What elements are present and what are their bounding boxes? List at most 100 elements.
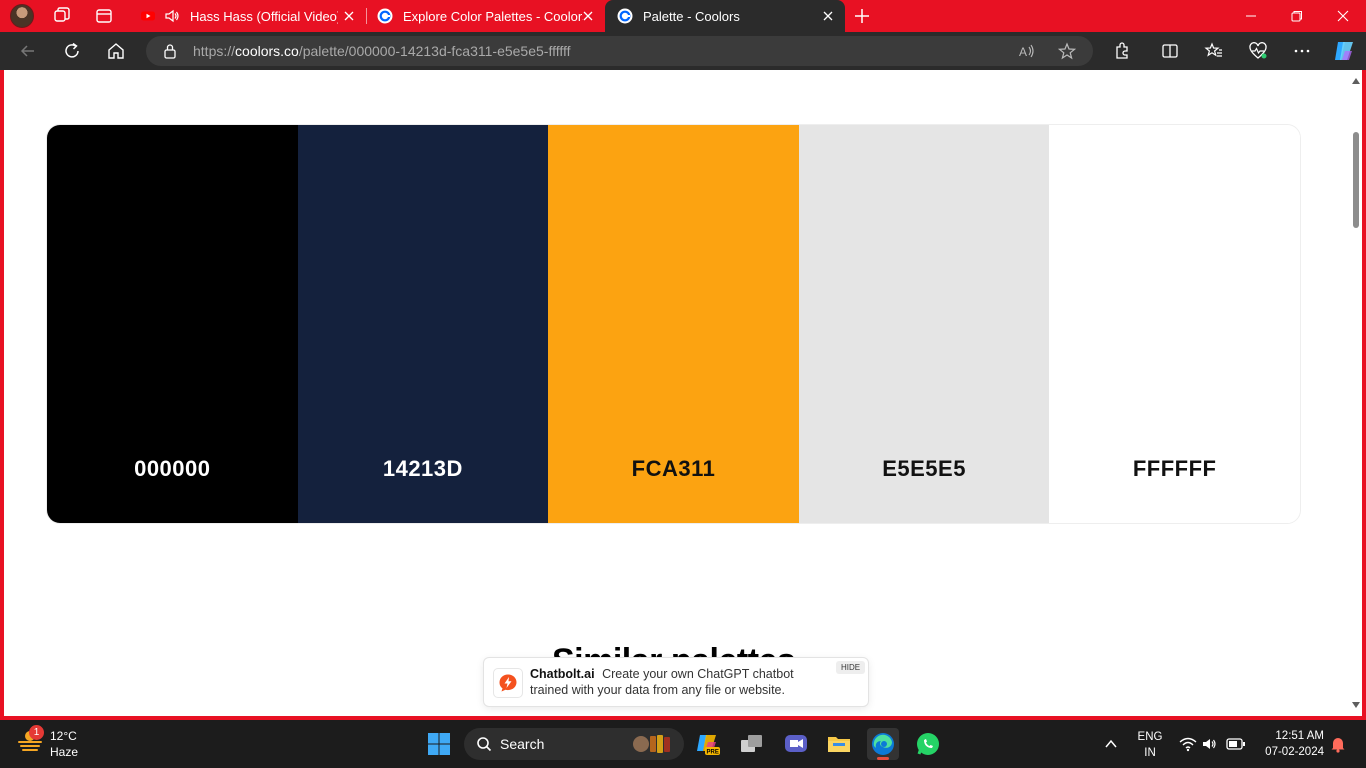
lock-icon[interactable] xyxy=(163,43,177,59)
scroll-down-arrow[interactable] xyxy=(1352,702,1360,708)
tab-title: Palette - Coolors xyxy=(643,8,740,24)
favorite-star-icon[interactable] xyxy=(1058,42,1076,60)
tab-bar: Hass Hass (Official Video) D Explore Col… xyxy=(0,0,1366,32)
extensions-icon[interactable] xyxy=(1112,41,1132,61)
palette-swatch[interactable]: FFFFFF xyxy=(1049,125,1300,523)
edge-app[interactable] xyxy=(867,728,899,760)
tab-title: Explore Color Palettes - Coolors xyxy=(403,8,583,24)
swatch-hex[interactable]: E5E5E5 xyxy=(799,456,1050,482)
copilot-pre-app[interactable]: PRE xyxy=(692,728,724,760)
url-prefix: https:// xyxy=(193,43,236,59)
scroll-up-arrow[interactable] xyxy=(1352,78,1360,84)
language-indicator[interactable]: ENG IN xyxy=(1136,729,1164,761)
palette-strip: 000000 14213D FCA311 E5E5E5 FFFFFF xyxy=(46,124,1301,524)
file-explorer-app[interactable] xyxy=(823,728,855,760)
taskbar-search[interactable]: Search xyxy=(464,728,684,760)
address-toolbar: https://coolors.co/palette/000000-14213d… xyxy=(0,32,1366,70)
favorites-icon[interactable] xyxy=(1204,41,1224,61)
tab-title: Hass Hass (Official Video) D xyxy=(190,8,338,24)
home-icon[interactable] xyxy=(106,41,126,61)
hide-ad-button[interactable]: HIDE xyxy=(836,661,866,674)
restore-button[interactable] xyxy=(1274,0,1320,32)
tab-youtube[interactable]: Hass Hass (Official Video) D xyxy=(128,0,367,32)
minimize-button[interactable] xyxy=(1228,0,1274,32)
chatbolt-brand: Chatbolt.ai xyxy=(530,667,595,681)
windows-taskbar: 1 12°C Haze Search PRE ENG IN 12:51 AM 0… xyxy=(0,720,1366,768)
close-tab-icon[interactable] xyxy=(342,9,356,23)
url-path: /palette/000000-14213d-fca311-e5e5e5-fff… xyxy=(298,43,571,59)
palette-swatch[interactable]: FCA311 xyxy=(548,125,799,523)
profile-avatar[interactable] xyxy=(10,4,34,28)
search-highlight-icon xyxy=(633,735,670,753)
weather-condition: Haze xyxy=(50,745,79,759)
scroll-thumb[interactable] xyxy=(1353,132,1359,228)
workspaces-icon[interactable] xyxy=(52,6,72,26)
search-icon xyxy=(477,737,492,752)
task-view-icon xyxy=(741,735,762,752)
svg-text:PRE: PRE xyxy=(707,750,719,756)
back-icon[interactable] xyxy=(18,41,38,61)
chatbolt-ad-banner[interactable]: Chatbolt.ai Create your own ChatGPT chat… xyxy=(483,657,869,707)
clock-time: 12:51 AM xyxy=(1275,730,1324,742)
clock-date: 07-02-2024 xyxy=(1265,746,1324,758)
svg-text:A: A xyxy=(1019,45,1027,59)
teams-app[interactable] xyxy=(780,728,812,760)
new-tab-icon[interactable] xyxy=(852,6,872,26)
youtube-icon xyxy=(141,11,155,21)
coolors-icon xyxy=(377,8,393,24)
wifi-icon[interactable] xyxy=(1179,736,1197,752)
chatbolt-ad-text: Chatbolt.ai Create your own ChatGPT chat… xyxy=(530,666,830,698)
swatch-hex[interactable]: 000000 xyxy=(47,456,298,482)
palette-swatch[interactable]: 14213D xyxy=(297,125,549,523)
chatbolt-bolt-icon xyxy=(499,674,517,692)
task-view-app[interactable] xyxy=(736,728,768,760)
more-options-icon[interactable] xyxy=(1292,41,1312,61)
browser-essentials-icon[interactable] xyxy=(1248,41,1268,61)
palette-swatch[interactable]: E5E5E5 xyxy=(798,125,1050,523)
url-text: https://coolors.co/palette/000000-14213d… xyxy=(193,43,571,59)
swatch-hex[interactable]: FFFFFF xyxy=(1049,456,1300,482)
close-icon xyxy=(1337,10,1349,22)
copilot-icon[interactable] xyxy=(1332,39,1356,63)
notification-bell-icon[interactable] xyxy=(1330,735,1346,753)
language-region: IN xyxy=(1144,747,1156,759)
search-label: Search xyxy=(500,736,545,752)
windows-logo-icon xyxy=(428,733,450,755)
language-code: ENG xyxy=(1137,731,1163,743)
palette-swatch[interactable]: 000000 xyxy=(47,125,298,523)
refresh-icon[interactable] xyxy=(62,41,82,61)
tab-explore-palettes[interactable]: Explore Color Palettes - Coolors xyxy=(367,0,605,32)
speaker-icon[interactable] xyxy=(164,8,180,24)
notification-badge: 1 xyxy=(29,725,44,740)
volume-icon[interactable] xyxy=(1202,736,1218,752)
folder-icon xyxy=(828,737,850,752)
swatch-hex[interactable]: 14213D xyxy=(298,456,549,482)
page-scrollbar[interactable] xyxy=(1350,70,1362,716)
url-domain: coolors.co xyxy=(235,43,299,59)
whatsapp-app[interactable] xyxy=(912,728,944,760)
teams-chat-icon xyxy=(785,735,807,752)
show-hidden-icons-icon[interactable] xyxy=(1104,737,1118,751)
battery-icon[interactable] xyxy=(1226,737,1246,751)
weather-temp: 12°C xyxy=(50,729,77,743)
read-aloud-icon[interactable]: A xyxy=(1018,42,1036,60)
copilot-preview-icon: PRE xyxy=(697,735,720,756)
close-tab-icon[interactable] xyxy=(821,9,835,23)
edge-icon xyxy=(872,733,894,755)
page-viewport: 000000 14213D FCA311 E5E5E5 FFFFFF Simil… xyxy=(4,70,1362,716)
split-screen-icon[interactable] xyxy=(1160,41,1180,61)
close-tab-icon[interactable] xyxy=(581,9,595,23)
minimize-icon xyxy=(1246,15,1256,17)
close-window-button[interactable] xyxy=(1320,0,1366,32)
address-bar[interactable]: https://coolors.co/palette/000000-14213d… xyxy=(146,36,1093,66)
start-button[interactable] xyxy=(423,728,455,760)
whatsapp-icon xyxy=(917,733,939,755)
swatch-hex[interactable]: FCA311 xyxy=(548,456,799,482)
restore-icon xyxy=(1291,11,1302,22)
tab-palette-coolors[interactable]: Palette - Coolors xyxy=(605,0,845,32)
weather-widget[interactable]: 1 12°C Haze xyxy=(16,725,78,759)
system-clock[interactable]: 12:51 AM 07-02-2024 xyxy=(1252,728,1324,760)
coolors-icon xyxy=(617,8,633,24)
chatbolt-logo xyxy=(493,668,523,698)
vertical-tabs-icon[interactable] xyxy=(94,6,114,26)
